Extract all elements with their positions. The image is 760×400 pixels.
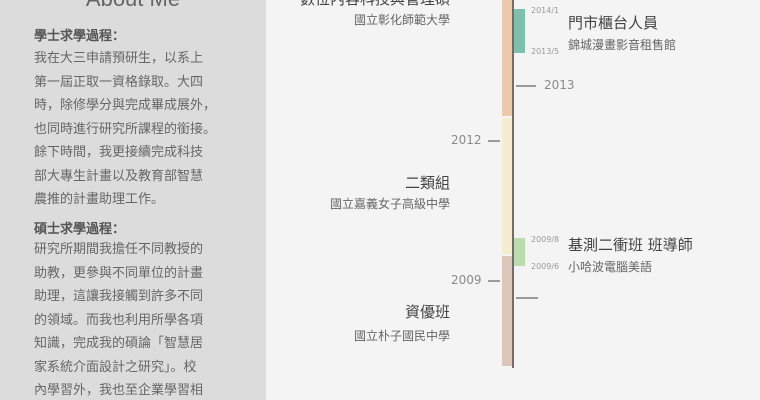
tick-2009 bbox=[488, 280, 500, 282]
about-me-panel: About Me 學士求學過程： 我在大三申請預研生，以系上 第一屆正取一資格錄… bbox=[0, 0, 266, 400]
education-school-university: 國立彰化師範大學 bbox=[353, 13, 450, 27]
master-line: 助教，更參與不同單位的計畫 bbox=[34, 265, 204, 281]
master-line: 研究所期間我擔任不同教授的 bbox=[34, 242, 204, 257]
tick-2012 bbox=[488, 140, 500, 142]
work-title-counter: 門市櫃台人員 bbox=[568, 14, 659, 32]
work-org-counter: 錦城漫畫影音租售館 bbox=[568, 38, 677, 52]
work-end-date-counter: 2014/1 bbox=[531, 6, 560, 15]
work-start-date-counter: 2013/5 bbox=[531, 47, 560, 56]
year-label-2013: 2013 bbox=[544, 78, 575, 92]
bachelor-heading: 學士求學過程： bbox=[34, 29, 126, 44]
education-school-highschool: 國立嘉義女子高級中學 bbox=[329, 197, 450, 211]
bachelor-line: 時，除修學分與完成畢成展外， bbox=[34, 98, 217, 113]
work-start-date-tutor: 2009/6 bbox=[531, 262, 560, 271]
master-line: 內學習外，我也至企業學習相 bbox=[34, 383, 204, 398]
tick-2009-right bbox=[516, 297, 538, 299]
year-label-2012: 2012 bbox=[451, 133, 482, 147]
education-school-juniorhigh: 國立朴子國民中學 bbox=[353, 329, 450, 343]
bachelor-line: 部大專生計畫以及教育部智慧 bbox=[34, 168, 204, 184]
education-title-juniorhigh: 資優班 bbox=[404, 303, 450, 321]
bachelor-line: 也同時進行研究所課程的銜接。 bbox=[34, 121, 217, 137]
bachelor-line: 我在大三申請預研生，以系上 bbox=[34, 51, 204, 66]
master-line: 助理，這讓我接觸到許多不同 bbox=[34, 289, 204, 304]
work-org-tutor: 小哈波電腦美語 bbox=[568, 260, 653, 274]
master-line: 家系統介面設計之研究」。校 bbox=[34, 359, 197, 375]
timeline-axis bbox=[512, 0, 514, 368]
bachelor-line: 農推的計畫助理工作。 bbox=[34, 192, 165, 207]
master-line: 知識，完成我的碩論「智慧居 bbox=[34, 336, 204, 351]
work-title-tutor: 基測二衝班 班導師 bbox=[568, 236, 693, 254]
timeline-area: 2013 2012 2009 數位內容科技與管理碩 國立彰化師範大學 二類組 國… bbox=[266, 0, 760, 400]
bachelor-paragraph: 我在大三申請預研生，以系上 第一屆正取一資格錄取。大四 時，除修學分與完成畢成展… bbox=[34, 47, 252, 212]
work-band-counter-staff bbox=[514, 9, 525, 53]
master-paragraph: 研究所期間我擔任不同教授的 助教，更參與不同單位的計畫 助理，這讓我接觸到許多不… bbox=[34, 238, 252, 400]
year-label-2009: 2009 bbox=[451, 273, 482, 287]
master-line: 的領域。而我也利用所學各項 bbox=[34, 312, 204, 328]
master-heading: 碩士求學過程： bbox=[34, 222, 126, 237]
bachelor-line: 餘下時間，我更接續完成科技 bbox=[34, 145, 204, 160]
about-me-title: About Me bbox=[0, 0, 266, 12]
work-end-date-tutor: 2009/8 bbox=[531, 235, 560, 244]
bachelor-line: 第一屆正取一資格錄取。大四 bbox=[34, 74, 204, 90]
work-band-tutor bbox=[514, 238, 525, 266]
tick-2013 bbox=[516, 85, 536, 87]
education-title-highschool: 二類組 bbox=[404, 174, 450, 192]
education-title-university: 數位內容科技與管理碩 bbox=[250, 0, 450, 9]
